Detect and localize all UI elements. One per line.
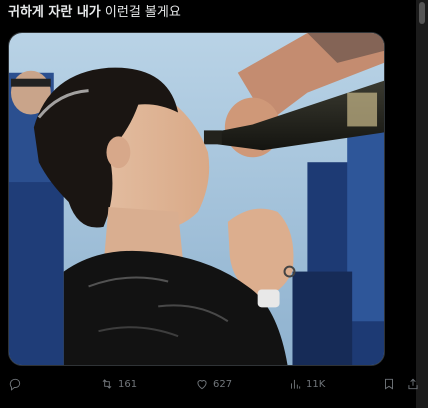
share-button[interactable] xyxy=(406,372,420,396)
tweet-actions: 161 627 11K xyxy=(0,372,418,396)
share-icon xyxy=(408,378,418,390)
like-button[interactable]: 627 xyxy=(195,372,232,396)
reply-icon xyxy=(9,378,21,391)
bookmark-icon xyxy=(385,378,393,390)
retweet-button[interactable]: 161 xyxy=(100,372,137,396)
tweet-text-bold: 귀하게 자란 내가 xyxy=(8,5,101,20)
views-count: 11K xyxy=(306,378,326,390)
retweet-icon xyxy=(102,379,112,389)
photo-illustration xyxy=(9,33,384,365)
tweet-photo[interactable] xyxy=(8,32,385,366)
reply-button[interactable] xyxy=(8,372,26,396)
views-icon xyxy=(291,379,301,389)
like-count: 627 xyxy=(213,378,233,390)
heart-icon xyxy=(197,380,207,390)
bookmark-button[interactable] xyxy=(382,372,396,396)
scrollbar[interactable] xyxy=(416,0,428,408)
views-button[interactable]: 11K xyxy=(288,372,325,396)
scrollbar-thumb[interactable] xyxy=(419,2,425,24)
retweet-count: 161 xyxy=(118,378,138,390)
tweet-text: 귀하게 자란 내가 이런걸 볼게요 xyxy=(8,4,181,22)
tweet: 귀하게 자란 내가 이런걸 볼게요 161 627 11K xyxy=(0,0,428,408)
tweet-text-rest: 이런걸 볼게요 xyxy=(100,5,181,20)
